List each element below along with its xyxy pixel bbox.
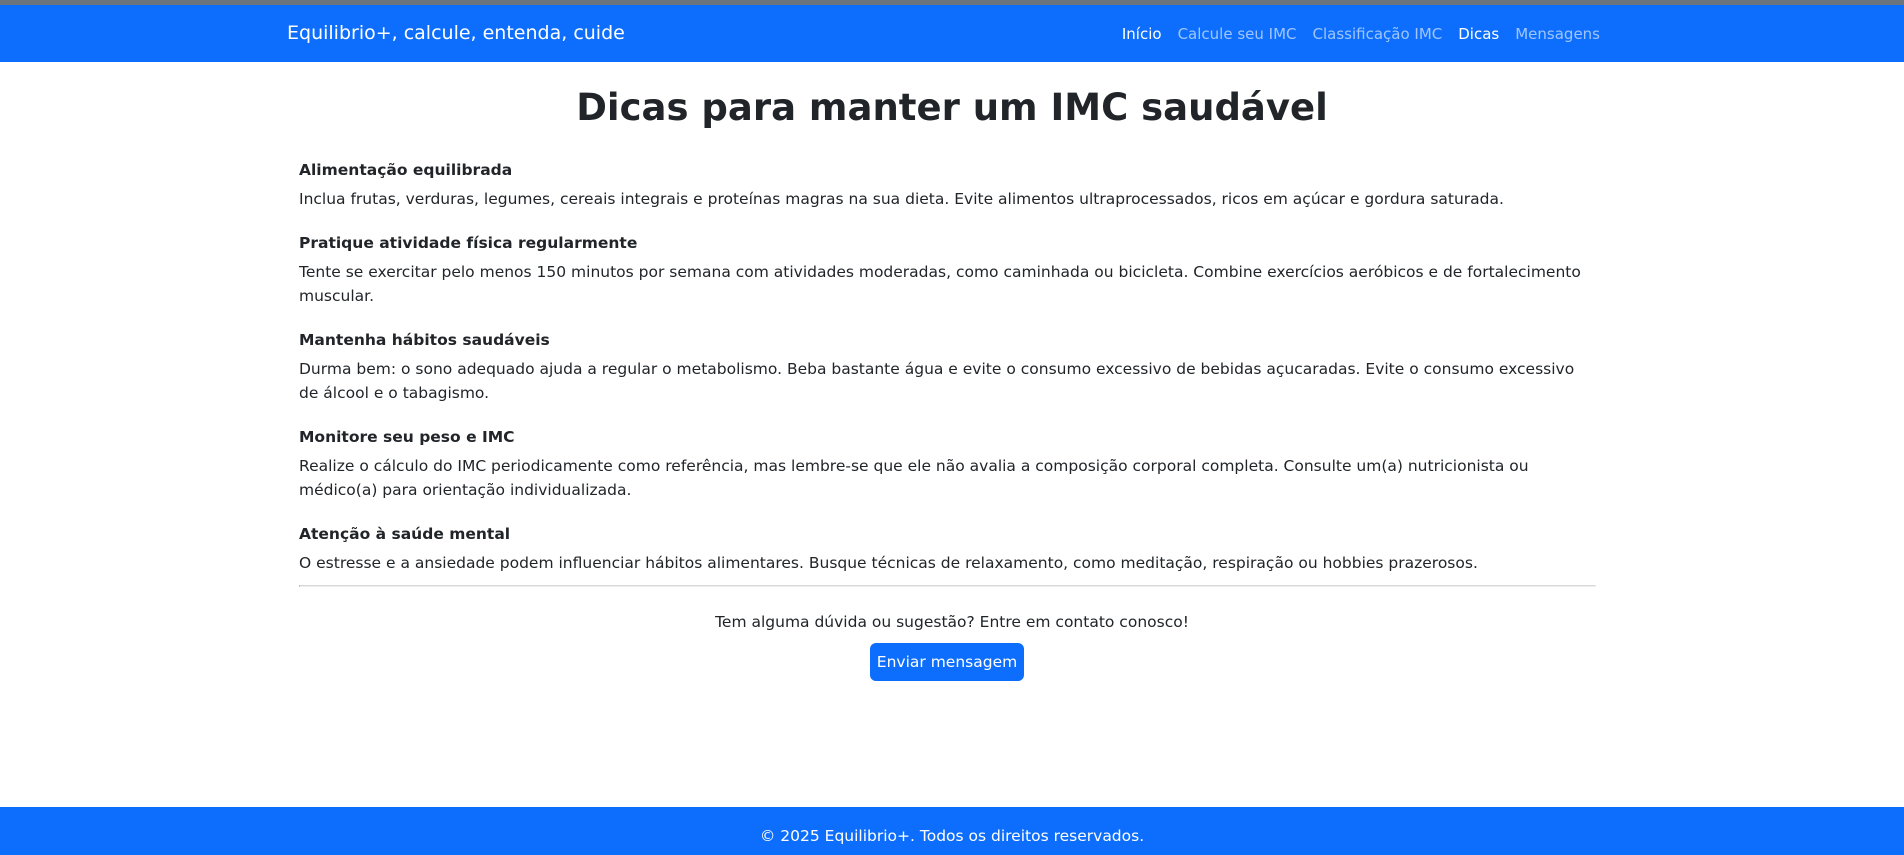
nav-link-classificacao-imc[interactable]: Classificação IMC: [1313, 25, 1443, 43]
tip-text: Durma bem: o sono adequado ajuda a regul…: [299, 360, 1575, 402]
tip-title: Mantenha hábitos saudáveis: [299, 331, 550, 349]
tip-text: O estresse e a ansiedade podem influenci…: [299, 554, 1478, 572]
tip-title: Monitore seu peso e IMC: [299, 428, 515, 446]
tip-item: Monitore seu peso e IMC Realize o cálcul…: [299, 427, 1596, 502]
tip-title: Pratique atividade física regularmente: [299, 234, 638, 252]
page-title: Dicas para manter um IMC saudável: [576, 86, 1328, 129]
tip-item: Atenção à saúde mental O estresse e a an…: [299, 524, 1596, 575]
footer-copyright: © 2025 Equilibrio+. Todos os direitos re…: [759, 827, 1145, 845]
nav-link-calcule-imc[interactable]: Calcule seu IMC: [1178, 25, 1297, 43]
brand-link[interactable]: Equilibrio+, calcule, entenda, cuide: [287, 22, 625, 44]
tip-item: Mantenha hábitos saudáveis Durma bem: o …: [299, 330, 1596, 405]
contact-prompt: Tem alguma dúvida ou sugestão? Entre em …: [715, 613, 1189, 631]
tip-item: Alimentação equilibrada Inclua frutas, v…: [299, 160, 1596, 211]
tip-title: Atenção à saúde mental: [299, 525, 511, 543]
nav-links: Início Calcule seu IMC Classificação IMC…: [1122, 25, 1600, 43]
tip-text: Realize o cálculo do IMC periodicamente …: [299, 457, 1529, 499]
tip-item: Pratique atividade física regularmente T…: [299, 233, 1596, 308]
section-divider: [299, 585, 1596, 587]
nav-link-dicas[interactable]: Dicas: [1458, 25, 1499, 43]
tip-text: Tente se exercitar pelo menos 150 minuto…: [299, 263, 1581, 305]
navbar: Equilibrio+, calcule, entenda, cuide Iní…: [0, 5, 1904, 62]
tip-text: Inclua frutas, verduras, legumes, cereai…: [299, 190, 1504, 208]
tip-title: Alimentação equilibrada: [299, 161, 513, 179]
footer: © 2025 Equilibrio+. Todos os direitos re…: [0, 807, 1904, 855]
nav-link-inicio[interactable]: Início: [1122, 25, 1162, 43]
send-message-button[interactable]: Enviar mensagem: [870, 643, 1024, 681]
nav-link-mensagens[interactable]: Mensagens: [1515, 25, 1600, 43]
tips-list: Alimentação equilibrada Inclua frutas, v…: [299, 160, 1596, 597]
